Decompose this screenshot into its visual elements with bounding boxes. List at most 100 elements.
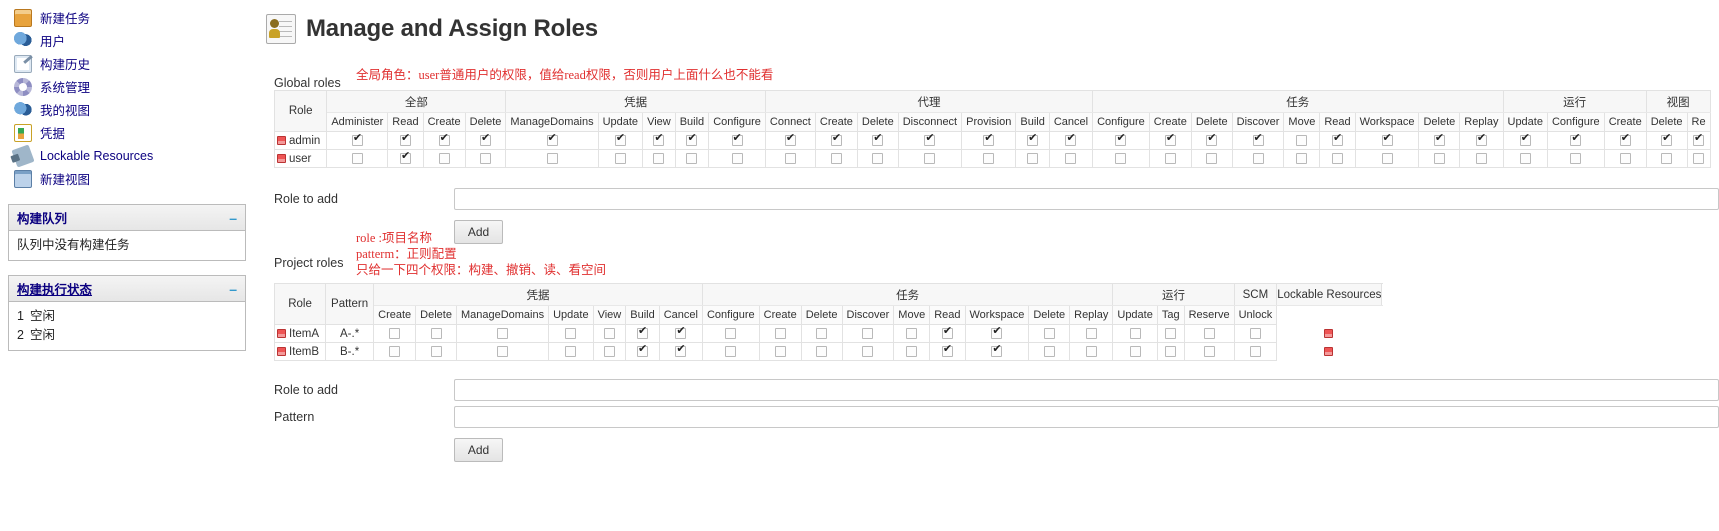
- permission-checkbox[interactable]: [1203, 328, 1215, 340]
- permission-checkbox[interactable]: [725, 328, 737, 340]
- permission-cell[interactable]: [893, 324, 931, 343]
- permission-cell[interactable]: [893, 342, 931, 361]
- permission-cell[interactable]: [1233, 324, 1278, 343]
- global-role-to-add-input[interactable]: [454, 188, 1719, 210]
- permission-cell[interactable]: [1546, 149, 1605, 168]
- permission-checkbox[interactable]: [983, 133, 995, 147]
- permission-cell[interactable]: [455, 324, 550, 343]
- permission-checkbox[interactable]: [1249, 328, 1261, 340]
- permission-cell[interactable]: [464, 131, 507, 150]
- permission-cell[interactable]: [625, 324, 660, 343]
- permission-cell[interactable]: [505, 149, 599, 168]
- permission-checkbox[interactable]: [1043, 346, 1055, 358]
- permission-cell[interactable]: [658, 342, 703, 361]
- permission-cell[interactable]: [1231, 131, 1285, 150]
- row-delete-cell[interactable]: [1277, 325, 1382, 343]
- permission-checkbox[interactable]: [1165, 346, 1177, 358]
- permission-checkbox[interactable]: [1164, 153, 1176, 165]
- permission-checkbox[interactable]: [1331, 133, 1343, 147]
- project-add-button[interactable]: Add: [454, 438, 503, 462]
- permission-cell[interactable]: [764, 149, 816, 168]
- permission-cell[interactable]: [1418, 149, 1461, 168]
- global-add-button[interactable]: Add: [454, 220, 503, 244]
- permission-cell[interactable]: [1190, 131, 1233, 150]
- permission-checkbox[interactable]: [1085, 346, 1097, 358]
- permission-checkbox[interactable]: [991, 326, 1003, 340]
- permission-cell[interactable]: [1603, 131, 1647, 150]
- permission-cell[interactable]: [548, 324, 594, 343]
- permission-checkbox[interactable]: [603, 328, 615, 340]
- sidebar-item-7[interactable]: Lockable Resources: [8, 143, 258, 168]
- permission-cell[interactable]: [897, 149, 963, 168]
- permission-checkbox[interactable]: [862, 328, 874, 340]
- permission-cell[interactable]: [1686, 131, 1711, 150]
- permission-cell[interactable]: [1183, 342, 1235, 361]
- permission-checkbox[interactable]: [983, 153, 995, 165]
- project-role-to-add-input[interactable]: [454, 379, 1719, 401]
- permission-checkbox[interactable]: [924, 133, 936, 147]
- permission-checkbox[interactable]: [399, 133, 411, 147]
- permission-cell[interactable]: [1015, 131, 1050, 150]
- permission-checkbox[interactable]: [862, 346, 874, 358]
- permission-cell[interactable]: [642, 149, 676, 168]
- permission-checkbox[interactable]: [941, 344, 953, 358]
- permission-checkbox[interactable]: [1129, 346, 1141, 358]
- permission-cell[interactable]: [1092, 131, 1150, 150]
- permission-checkbox[interactable]: [1065, 153, 1077, 165]
- permission-cell[interactable]: [505, 131, 599, 150]
- permission-cell[interactable]: [1233, 342, 1278, 361]
- permission-checkbox[interactable]: [816, 346, 828, 358]
- permission-cell[interactable]: [1112, 342, 1158, 361]
- permission-cell[interactable]: [1069, 324, 1114, 343]
- permission-checkbox[interactable]: [1296, 135, 1308, 147]
- permission-cell[interactable]: [701, 342, 760, 361]
- permission-checkbox[interactable]: [1206, 133, 1218, 147]
- permission-cell[interactable]: [961, 149, 1017, 168]
- permission-cell[interactable]: [625, 342, 660, 361]
- permission-cell[interactable]: [326, 131, 389, 150]
- permission-cell[interactable]: [1546, 131, 1605, 150]
- permission-checkbox[interactable]: [1164, 133, 1176, 147]
- permission-checkbox[interactable]: [830, 153, 842, 165]
- permission-cell[interactable]: [841, 324, 895, 343]
- permission-cell[interactable]: [592, 324, 627, 343]
- permission-cell[interactable]: [841, 342, 895, 361]
- permission-cell[interactable]: [961, 131, 1017, 150]
- sidebar-item-2[interactable]: 用户: [8, 29, 258, 52]
- permission-checkbox[interactable]: [1619, 133, 1631, 147]
- permission-checkbox[interactable]: [1475, 153, 1487, 165]
- permission-checkbox[interactable]: [430, 328, 442, 340]
- permission-checkbox[interactable]: [1433, 133, 1445, 147]
- minus-icon[interactable]: –: [229, 211, 237, 225]
- permission-checkbox[interactable]: [1570, 153, 1582, 165]
- permission-checkbox[interactable]: [1475, 133, 1487, 147]
- permission-cell[interactable]: [929, 342, 966, 361]
- permission-checkbox[interactable]: [1065, 133, 1077, 147]
- permission-checkbox[interactable]: [731, 133, 743, 147]
- permission-checkbox[interactable]: [686, 153, 698, 165]
- permission-checkbox[interactable]: [872, 133, 884, 147]
- permission-cell[interactable]: [1502, 131, 1548, 150]
- permission-checkbox[interactable]: [1043, 328, 1055, 340]
- permission-cell[interactable]: [1645, 131, 1688, 150]
- permission-cell[interactable]: [800, 342, 843, 361]
- permission-cell[interactable]: [1048, 149, 1094, 168]
- permission-checkbox[interactable]: [906, 346, 918, 358]
- permission-cell[interactable]: [701, 324, 760, 343]
- sidebar-item-1[interactable]: 新建任务: [8, 6, 258, 29]
- permission-checkbox[interactable]: [941, 326, 953, 340]
- permission-cell[interactable]: [764, 131, 816, 150]
- permission-cell[interactable]: [548, 342, 594, 361]
- project-roles-table[interactable]: Role Pattern 凭据 任务 运行 SCM Lockable Resources Cr…: [273, 283, 1384, 361]
- permission-cell[interactable]: [415, 342, 457, 361]
- permission-cell[interactable]: [1190, 149, 1233, 168]
- permission-checkbox[interactable]: [686, 133, 698, 147]
- permission-cell[interactable]: [1183, 324, 1235, 343]
- permission-checkbox[interactable]: [614, 153, 626, 165]
- permission-checkbox[interactable]: [1252, 153, 1264, 165]
- permission-checkbox[interactable]: [816, 328, 828, 340]
- permission-cell[interactable]: [1231, 149, 1285, 168]
- permission-checkbox[interactable]: [1203, 346, 1215, 358]
- permission-cell[interactable]: [373, 342, 417, 361]
- minus-icon[interactable]: –: [229, 282, 237, 296]
